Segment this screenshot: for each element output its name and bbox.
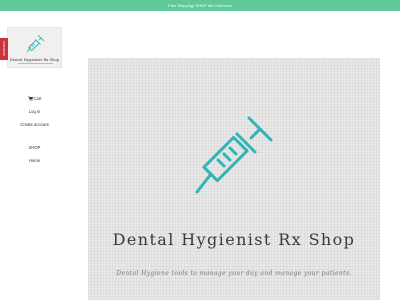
logo-underline	[18, 63, 53, 64]
cart-link[interactable]: Cart	[7, 96, 62, 109]
sidebar-nav: Cart Log in Create account SHOP Home	[7, 96, 62, 171]
rewards-tab[interactable]: REWARDS	[0, 38, 8, 60]
home-link[interactable]: Home	[7, 158, 62, 171]
hero-title: Dental Hygienist Rx Shop	[112, 230, 356, 249]
syringe-icon	[26, 34, 45, 53]
hero-subtitle: Dental Hygiene tools to manage your day …	[116, 270, 352, 277]
shop-link[interactable]: SHOP	[7, 145, 62, 158]
cart-label: Cart	[33, 96, 42, 101]
cart-icon	[27, 96, 33, 102]
announcement-bar[interactable]: Free Shipping! SHOP the Collection	[0, 0, 400, 11]
site-logo[interactable]: Dental Hygienist Rx Shop	[7, 27, 62, 68]
logo-text: Dental Hygienist Rx Shop	[9, 58, 60, 62]
login-link[interactable]: Log in	[7, 109, 62, 122]
syringe-icon	[195, 116, 273, 194]
hero-banner: Dental Hygienist Rx Shop Dental Hygiene …	[88, 58, 380, 300]
create-account-link[interactable]: Create account	[7, 122, 62, 135]
